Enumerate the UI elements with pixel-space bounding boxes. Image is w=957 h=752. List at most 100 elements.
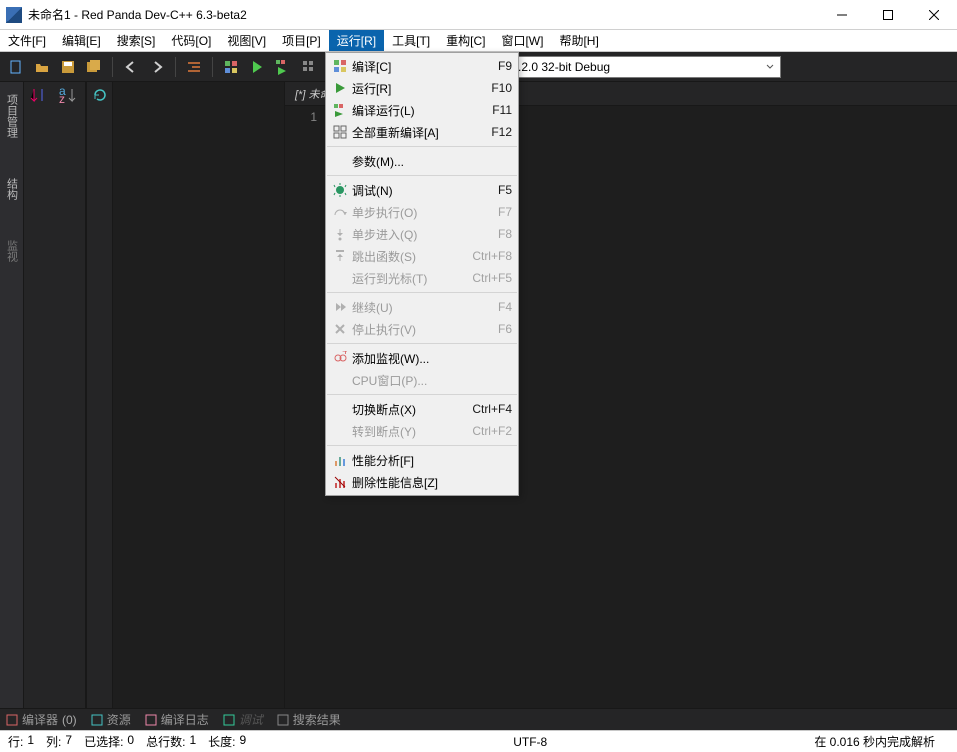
run-menu-item: 单步进入(Q)F8 (326, 223, 518, 245)
run-menu-item[interactable]: 删除性能信息[Z] (326, 471, 518, 493)
menubar: 文件[F]编辑[E]搜索[S]代码[O]视图[V]项目[P]运行[R]工具[T]… (0, 30, 957, 52)
menu-separator (327, 343, 517, 344)
run-menu-item[interactable]: 调试(N)F5 (326, 179, 518, 201)
side-tab-watch[interactable]: 监视 (2, 232, 22, 270)
run-menu-item[interactable]: 参数(M)... (326, 150, 518, 172)
debug-icon (223, 714, 235, 726)
menu-item-shortcut: Ctrl+F5 (472, 271, 512, 285)
maximize-button[interactable] (865, 0, 911, 30)
menu-separator (327, 445, 517, 446)
new-file-button[interactable] (4, 55, 28, 79)
menu-item-shortcut: Ctrl+F2 (472, 424, 512, 438)
bottom-tab-search-result[interactable]: 搜索结果 (277, 711, 341, 728)
run-menu-item: CPU窗口(P)... (326, 369, 518, 391)
bottom-tab-compile-log[interactable]: 编译日志 (145, 711, 209, 728)
menu-item-label: 单步执行(O) (350, 204, 498, 221)
rebuild-icon (330, 125, 350, 139)
statusbar: 行:1 列:7 已选择:0 总行数:1 长度:9 UTF-8 在 0.016 秒… (0, 730, 957, 752)
menu-item-shortcut: F11 (492, 103, 512, 117)
svg-text:+: + (342, 351, 347, 358)
menu-item-label: 切换断点(X) (350, 401, 472, 418)
minimize-button[interactable] (819, 0, 865, 30)
profile-icon (330, 453, 350, 467)
save-all-button[interactable] (82, 55, 106, 79)
run-menu-item: 运行到光标(T)Ctrl+F5 (326, 267, 518, 289)
stop-icon (330, 322, 350, 336)
toolbar-separator (212, 57, 213, 77)
bottom-tab-label: 编译日志 (161, 711, 209, 728)
menu-item-label: 单步进入(Q) (350, 226, 498, 243)
run-menu-item[interactable]: 编译运行(L)F11 (326, 99, 518, 121)
side-tab-project-mgmt[interactable]: 项目管理 (2, 86, 22, 146)
run-menu-item[interactable]: 切换断点(X)Ctrl+F4 (326, 398, 518, 420)
run-button[interactable] (245, 55, 269, 79)
sb-sel-value: 0 (127, 733, 134, 750)
run-menu-item[interactable]: 性能分析[F] (326, 449, 518, 471)
run-menu-item: 继续(U)F4 (326, 296, 518, 318)
menu-item-shortcut: F10 (491, 81, 512, 95)
bottom-tab-compiler[interactable]: 编译器(0) (6, 711, 77, 728)
bottom-tab-label: 编译器 (22, 711, 58, 728)
step-into-icon (330, 227, 350, 241)
step-out-icon (330, 249, 350, 263)
menu-run[interactable]: 运行[R] (329, 30, 384, 51)
profile-del-icon (330, 475, 350, 489)
sb-col-label: 列: (46, 733, 61, 750)
menu-item-label: 删除性能信息[Z] (350, 474, 512, 491)
bottom-tab-resource[interactable]: 资源 (91, 711, 131, 728)
close-button[interactable] (911, 0, 957, 30)
menu-refactor[interactable]: 重构[C] (438, 30, 493, 51)
menu-tools[interactable]: 工具[T] (384, 30, 438, 51)
menu-search[interactable]: 搜索[S] (109, 30, 164, 51)
refresh-icon[interactable] (91, 86, 109, 104)
menu-help[interactable]: 帮助[H] (551, 30, 606, 51)
menu-code[interactable]: 代码[O] (163, 30, 219, 51)
forward-button[interactable] (145, 55, 169, 79)
menu-item-shortcut: F8 (498, 227, 512, 241)
window-title: 未命名1 - Red Panda Dev-C++ 6.3-beta2 (28, 6, 819, 23)
run-menu-item[interactable]: 编译[C]F9 (326, 55, 518, 77)
bottom-tab-debug[interactable]: 调试 (223, 711, 263, 728)
bottom-tab-label: 搜索结果 (293, 711, 341, 728)
menu-window[interactable]: 窗口[W] (493, 30, 551, 51)
menu-item-label: 添加监视(W)... (350, 350, 512, 367)
sort-by-type-icon[interactable] (30, 86, 48, 104)
bottom-tab-label: 资源 (107, 711, 131, 728)
watch-icon: + (330, 351, 350, 365)
back-button[interactable] (119, 55, 143, 79)
step-over-icon (330, 205, 350, 219)
pane-extra-tools (87, 82, 113, 708)
menu-file[interactable]: 文件[F] (0, 30, 54, 51)
run-menu-item[interactable]: 全部重新编译[A]F12 (326, 121, 518, 143)
menu-item-shortcut: F5 (498, 183, 512, 197)
indent-button[interactable] (182, 55, 206, 79)
open-file-button[interactable] (30, 55, 54, 79)
menu-separator (327, 292, 517, 293)
menu-view[interactable]: 视图[V] (219, 30, 274, 51)
run-menu-item: 停止执行(V)F6 (326, 318, 518, 340)
chevron-down-icon (766, 63, 774, 71)
menu-edit[interactable]: 编辑[E] (54, 30, 109, 51)
sb-encoding: UTF-8 (513, 735, 547, 749)
menu-item-shortcut: Ctrl+F4 (472, 402, 512, 416)
rebuild-all-button[interactable] (297, 55, 321, 79)
titlebar: 未命名1 - Red Panda Dev-C++ 6.3-beta2 (0, 0, 957, 30)
run-menu-dropdown: 编译[C]F9运行[R]F10编译运行(L)F11全部重新编译[A]F12 参数(… (325, 52, 519, 496)
menu-project[interactable]: 项目[P] (274, 30, 329, 51)
sort-alpha-icon[interactable]: az (58, 86, 76, 104)
side-tab-structure[interactable]: 结构 (2, 170, 22, 208)
line-gutter: 1 (285, 106, 325, 708)
run-menu-item: 单步执行(O)F7 (326, 201, 518, 223)
run-menu-item: 跳出函数(S)Ctrl+F8 (326, 245, 518, 267)
bottom-tab-label: 调试 (239, 711, 263, 728)
compile-button[interactable] (219, 55, 243, 79)
resource-icon (91, 714, 103, 726)
side-tab-strip: 项目管理结构监视 (0, 82, 24, 708)
run-menu-item[interactable]: 运行[R]F10 (326, 77, 518, 99)
sb-total-value: 1 (189, 733, 196, 750)
save-button[interactable] (56, 55, 80, 79)
compile-run-button[interactable] (271, 55, 295, 79)
run-icon (330, 81, 350, 95)
menu-item-label: 停止执行(V) (350, 321, 498, 338)
run-menu-item[interactable]: +添加监视(W)... (326, 347, 518, 369)
